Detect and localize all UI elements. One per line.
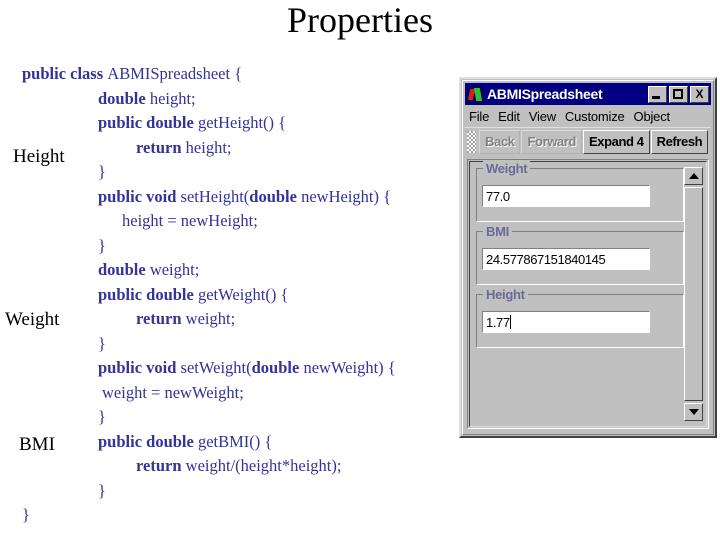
- menu-item-object[interactable]: Object: [634, 109, 671, 124]
- toolbar-grip-handle[interactable]: [467, 130, 476, 153]
- client-area-inner: Weight 77.0 BMI 24.577867151840145 Height 1.7…: [469, 161, 707, 427]
- down-arrow-icon: [688, 409, 699, 415]
- code-keyword: public double: [98, 431, 198, 451]
- slide-canvas: Properties Height Weight BMI public clas…: [0, 0, 720, 540]
- window-titlebar[interactable]: ABMISpreadsheet X: [465, 83, 711, 105]
- bmi-value: 24.577867151840145: [486, 251, 606, 267]
- page-title: Properties: [287, 0, 433, 40]
- code-text: height;: [149, 88, 196, 108]
- group-box-bmi: BMI 24.577867151840145: [476, 224, 684, 285]
- scroll-down-button[interactable]: [684, 403, 703, 421]
- code-keyword: public void: [98, 186, 181, 206]
- code-keyword: double: [98, 260, 150, 279]
- height-value: 1.77: [486, 314, 510, 330]
- bmi-input[interactable]: 24.577867151840145: [482, 248, 650, 270]
- code-text: weight;: [185, 309, 236, 328]
- code-text: ABMISpreadsheet {: [107, 64, 243, 83]
- height-input[interactable]: 1.77: [482, 311, 650, 333]
- up-arrow-icon: [688, 173, 699, 179]
- code-text: }: [98, 480, 106, 500]
- code-line: height = newHeight;: [22, 209, 467, 234]
- code-text: newWeight) {: [303, 358, 396, 377]
- code-text: height = newHeight;: [122, 211, 258, 230]
- menu-item-view[interactable]: View: [529, 109, 556, 124]
- scroll-up-button[interactable]: [684, 167, 703, 185]
- code-text: }: [98, 235, 106, 255]
- code-line: public double getBMI() {: [22, 430, 467, 455]
- toolbar-button-refresh[interactable]: Refresh: [650, 129, 709, 154]
- code-text: weight;: [149, 260, 200, 279]
- code-text: newHeight) {: [301, 186, 392, 206]
- app-icon: [467, 85, 484, 103]
- code-line: double weight;: [22, 258, 467, 283]
- window-title: ABMISpreadsheet: [487, 86, 603, 102]
- code-line: public void setWeight(double newWeight) …: [22, 356, 467, 381]
- code-keyword: double: [98, 88, 150, 108]
- toolbar-button-expand-4[interactable]: Expand 4: [582, 129, 650, 154]
- code-line: double height;: [22, 87, 467, 112]
- code-line: return weight/(height*height);: [22, 454, 467, 479]
- code-text: }: [98, 407, 106, 426]
- code-keyword: return: [136, 456, 186, 475]
- code-line: public double getWeight() {: [22, 283, 467, 308]
- app-window: ABMISpreadsheet X File Edit View Customize O…: [459, 77, 717, 438]
- code-line: return height;: [22, 136, 467, 161]
- menu-bar: File Edit View Customize Object: [465, 106, 711, 126]
- menu-item-edit[interactable]: Edit: [498, 109, 520, 124]
- toolbar-button-back: Back: [479, 129, 521, 154]
- menu-item-customize[interactable]: Customize: [565, 109, 625, 124]
- code-line: }: [22, 234, 467, 259]
- code-text: height;: [185, 137, 232, 157]
- scrollbar-thumb[interactable]: [684, 187, 703, 401]
- code-keyword: public class: [22, 64, 108, 83]
- menu-item-file[interactable]: File: [469, 109, 489, 124]
- code-keyword: public double: [98, 113, 198, 132]
- code-line: public class ABMISpreadsheet {: [22, 62, 467, 87]
- code-text: }: [22, 505, 30, 524]
- code-text: getWeight() {: [197, 284, 289, 304]
- code-line: }: [22, 503, 467, 528]
- code-line: }: [22, 160, 467, 185]
- code-line: weight = newWeight;: [22, 381, 467, 406]
- property-form: Weight 77.0 BMI 24.577867151840145 Height 1.7…: [476, 161, 684, 420]
- group-box-height: Height 1.77: [476, 287, 684, 348]
- code-text: }: [98, 333, 106, 353]
- code-text: weight = newWeight;: [102, 382, 244, 402]
- code-keyword: public void: [98, 358, 181, 377]
- weight-value: 77.0: [486, 188, 510, 204]
- maximize-button[interactable]: [669, 85, 688, 103]
- code-line: }: [22, 405, 467, 430]
- group-box-weight: Weight 77.0: [476, 161, 684, 222]
- code-line: public void setHeight(double newHeight) …: [22, 185, 467, 210]
- code-line: }: [22, 479, 467, 504]
- code-keyword: return: [136, 309, 186, 328]
- app-window-inner: ABMISpreadsheet X File Edit View Customize O…: [462, 80, 714, 435]
- code-keyword: double: [251, 358, 304, 377]
- code-keyword: double: [249, 186, 302, 206]
- code-text: getHeight() {: [197, 113, 287, 132]
- code-line: }: [22, 332, 467, 357]
- toolbar: Back Forward Expand 4 Refresh: [465, 127, 711, 155]
- code-line: return weight;: [22, 307, 467, 332]
- close-button[interactable]: X: [690, 85, 709, 103]
- code-text: weight/(height*height);: [185, 456, 342, 475]
- weight-input[interactable]: 77.0: [482, 185, 650, 207]
- group-label-height: Height: [483, 287, 528, 302]
- code-keyword: public double: [98, 284, 198, 304]
- code-line: public double getHeight() {: [22, 111, 467, 136]
- client-area: Weight 77.0 BMI 24.577867151840145 Height 1.7…: [467, 159, 709, 429]
- toolbar-button-forward: Forward: [521, 129, 582, 154]
- code-text: getBMI() {: [197, 431, 273, 451]
- group-label-weight: Weight: [483, 161, 531, 176]
- code-text: setHeight(: [180, 186, 250, 206]
- vertical-scrollbar[interactable]: [684, 167, 703, 421]
- minimize-button[interactable]: [648, 85, 667, 103]
- group-label-bmi: BMI: [483, 224, 512, 239]
- code-listing: public class ABMISpreadsheet {double hei…: [22, 62, 467, 528]
- code-text: setWeight(: [180, 358, 252, 377]
- code-keyword: return: [136, 137, 186, 157]
- text-caret: [509, 315, 511, 329]
- code-text: }: [98, 162, 106, 181]
